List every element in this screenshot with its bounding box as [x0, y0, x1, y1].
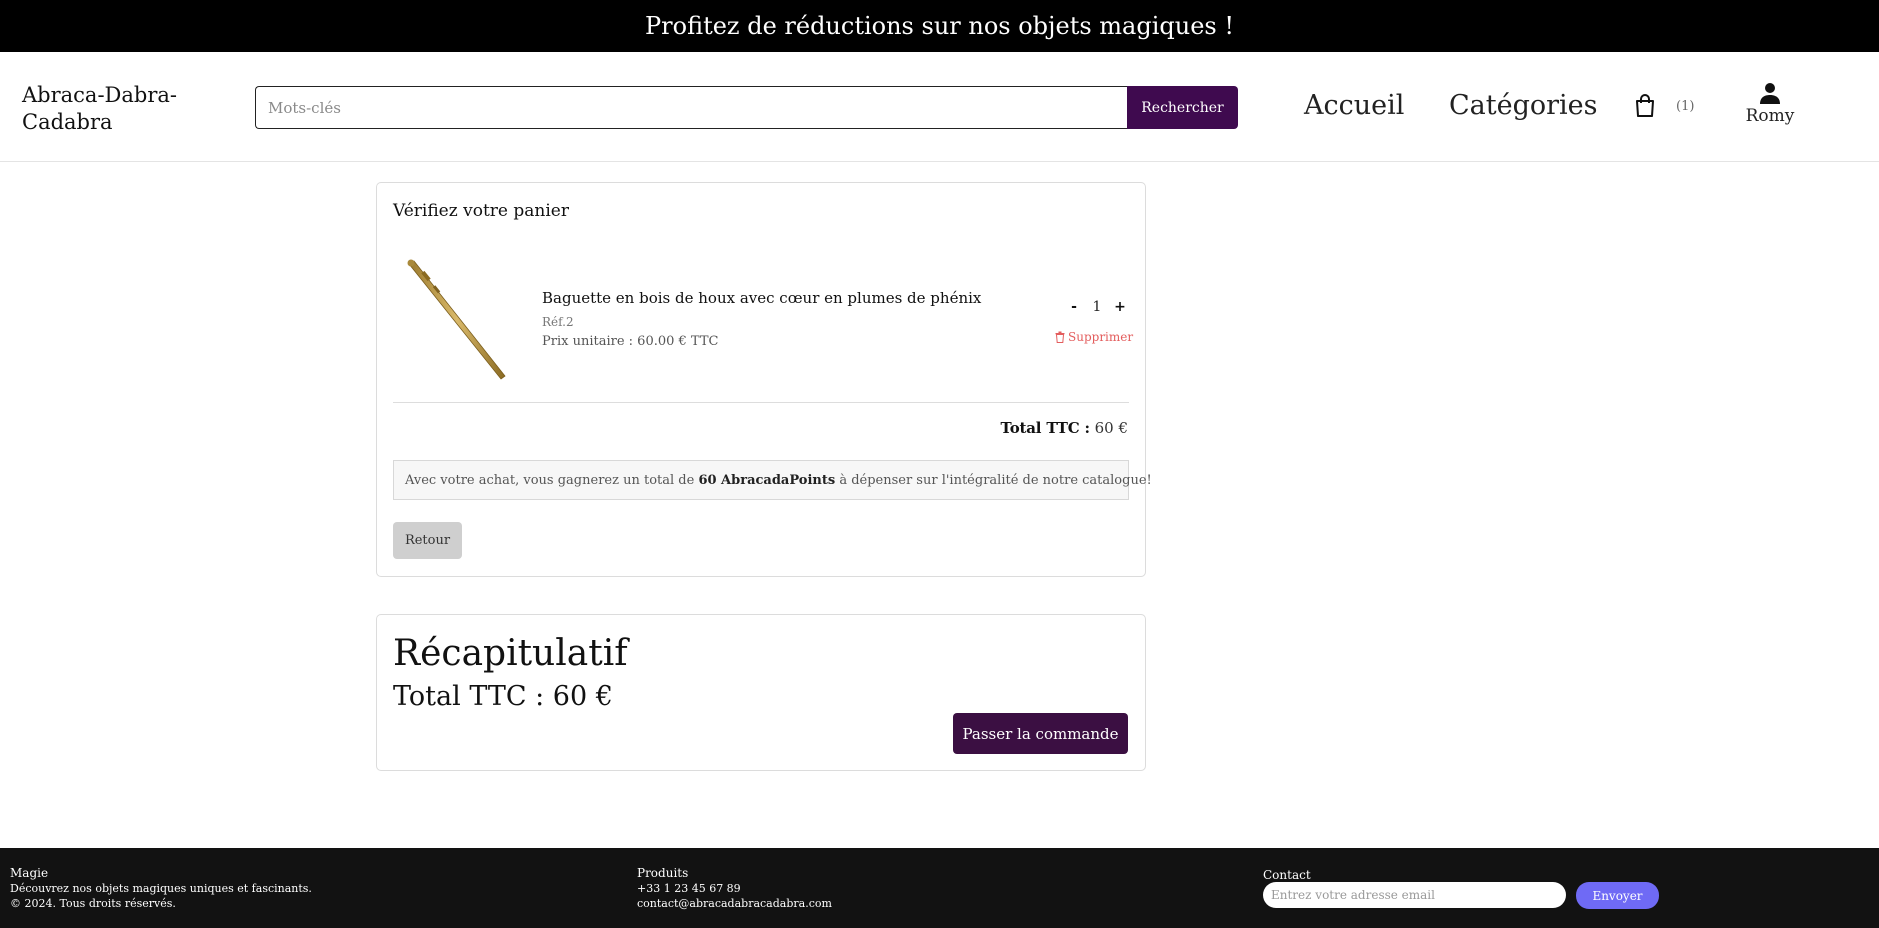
cart-total: Total TTC : 60 € [1001, 419, 1129, 437]
back-button[interactable]: Retour [393, 522, 462, 559]
summary-card: Récapitulatif Total TTC : 60 € Passer la… [376, 614, 1146, 771]
footer-about-text: Découvrez nos objets magiques uniques et… [10, 882, 312, 895]
search-bar: Rechercher [255, 86, 1238, 129]
product-name[interactable]: Baguette en bois de houx avec cœur en pl… [542, 289, 981, 307]
footer-email[interactable]: contact@abracadabracadabra.com [637, 896, 832, 911]
user-icon [1760, 83, 1780, 104]
user-account[interactable]: Romy [1740, 82, 1800, 126]
site-header: Abraca-Dabra-Cadabra Rechercher Accueil … [0, 52, 1879, 162]
trash-icon [1055, 331, 1065, 343]
footer-contact-title: Contact [1263, 868, 1311, 882]
remove-label: Supprimer [1068, 330, 1134, 344]
search-input[interactable] [255, 86, 1129, 129]
promo-banner: Profitez de réductions sur nos objets ma… [0, 0, 1879, 52]
shopping-bag-icon [1636, 94, 1654, 117]
footer-about: Magie Découvrez nos objets magiques uniq… [10, 866, 312, 911]
site-footer: Magie Découvrez nos objets magiques uniq… [0, 848, 1879, 928]
site-logo[interactable]: Abraca-Dabra-Cadabra [22, 82, 192, 136]
decrement-button[interactable]: - [1067, 299, 1081, 315]
nav-categories-link[interactable]: Catégories [1449, 90, 1598, 121]
footer-copyright: © 2024. Tous droits réservés. [10, 897, 176, 910]
remove-item-button[interactable]: Supprimer [1055, 330, 1133, 344]
search-button[interactable]: Rechercher [1127, 86, 1238, 129]
increment-button[interactable]: + [1113, 299, 1127, 315]
product-unit-price: Prix unitaire : 60.00 € TTC [542, 334, 719, 349]
newsletter-form: Envoyer [1263, 882, 1663, 909]
points-suffix: à dépenser sur l'intégralité de notre ca… [839, 472, 1152, 488]
cart-total-value: 60 € [1094, 419, 1128, 437]
nav-home-link[interactable]: Accueil [1304, 90, 1404, 121]
product-wand-image [407, 259, 506, 380]
promo-text: Profitez de réductions sur nos objets ma… [645, 12, 1234, 40]
footer-products-title: Produits [637, 866, 689, 880]
cart-title: Vérifiez votre panier [393, 201, 569, 221]
loyalty-points-notice: Avec votre achat, vous gagnerez un total… [393, 460, 1152, 500]
cart-total-label: Total TTC : [1000, 419, 1091, 437]
cart-count-badge: (1) [1676, 99, 1695, 114]
footer-about-title: Magie [10, 866, 49, 880]
cart-button[interactable]: (1) [1634, 94, 1694, 124]
points-prefix: Avec votre achat, vous gagnerez un total… [405, 472, 695, 488]
quantity-stepper: - 1 + [1067, 297, 1127, 317]
summary-title: Récapitulatif [393, 633, 628, 674]
summary-total: Total TTC : 60 € [393, 681, 613, 712]
divider [393, 402, 1129, 403]
points-highlight: 60 AbracadaPoints [698, 472, 836, 488]
footer-phone[interactable]: +33 1 23 45 67 89 [637, 881, 832, 896]
footer-products: Produits +33 1 23 45 67 89 contact@abrac… [637, 866, 832, 911]
place-order-button[interactable]: Passer la commande [953, 713, 1128, 754]
newsletter-email-input[interactable] [1263, 882, 1566, 908]
user-name: Romy [1745, 106, 1795, 126]
cart-card: Vérifiez votre panier Baguette en bois d… [376, 182, 1152, 577]
quantity-value: 1 [1092, 299, 1102, 315]
footer-contact: Contact [1263, 868, 1311, 883]
product-ref: Réf.2 [542, 315, 574, 329]
newsletter-submit-button[interactable]: Envoyer [1576, 882, 1659, 909]
